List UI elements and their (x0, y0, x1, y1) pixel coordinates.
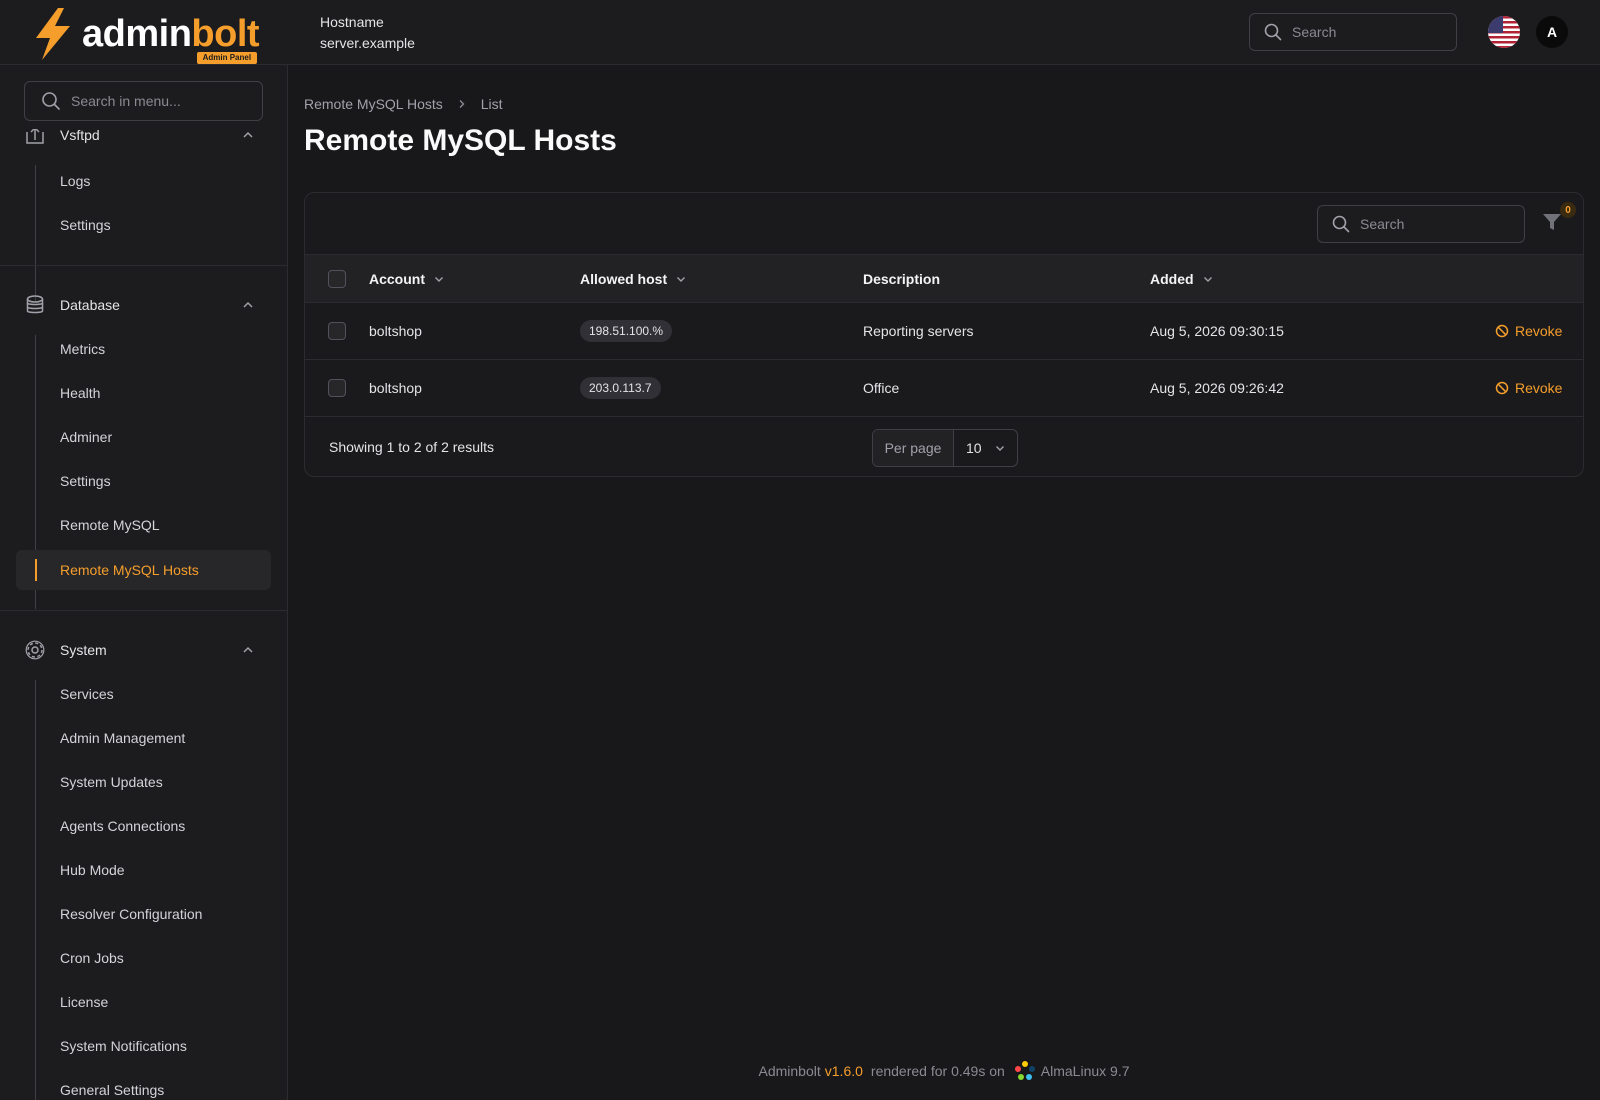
sidebar-item-remote-mysql[interactable]: Remote MySQL (16, 505, 271, 545)
per-page-select[interactable]: 10 (954, 430, 1017, 466)
chevron-down-icon (677, 276, 686, 282)
ban-icon (1495, 381, 1509, 395)
table-footer: Showing 1 to 2 of 2 results Per page 10 (305, 418, 1583, 476)
user-avatar[interactable]: A (1536, 16, 1568, 48)
hostname-value: server.example (320, 35, 415, 51)
sidebar-item-general-settings[interactable]: General Settings (16, 1070, 271, 1100)
sidebar-group-label: System (60, 642, 107, 658)
table-row: boltshop 203.0.113.7 Office Aug 5, 2026 … (305, 360, 1583, 417)
menu-search[interactable] (24, 81, 263, 121)
footer-product: Adminbolt (758, 1063, 821, 1079)
sidebar-group-label: Vsftpd (60, 127, 100, 143)
chevron-down-icon (1203, 276, 1212, 282)
row-account: boltshop (369, 380, 422, 396)
filter-icon (1543, 214, 1561, 230)
table-header: Account Allowed host Description Added (305, 254, 1583, 303)
bolt-logo-icon (36, 8, 70, 60)
row-account: boltshop (369, 323, 422, 339)
sidebar-item-cron-jobs[interactable]: Cron Jobs (16, 938, 271, 978)
sidebar-item-services[interactable]: Services (16, 674, 271, 714)
sidebar-item-adminer[interactable]: Adminer (16, 417, 271, 457)
row-added: Aug 5, 2026 09:26:42 (1150, 380, 1284, 396)
logo-word-admin: admin (82, 13, 192, 55)
table-search[interactable] (1317, 205, 1525, 243)
row-description: Reporting servers (863, 323, 974, 339)
column-description: Description (863, 270, 941, 287)
chevron-up-icon (243, 131, 253, 138)
sidebar-item-license[interactable]: License (16, 982, 271, 1022)
row-checkbox[interactable] (328, 379, 346, 397)
sidebar-item-system-notifications[interactable]: System Notifications (16, 1026, 271, 1066)
breadcrumb-link-remote-mysql-hosts[interactable]: Remote MySQL Hosts (304, 96, 443, 112)
footer-os: AlmaLinux 9.7 (1040, 1063, 1130, 1079)
us-flag-icon[interactable] (1488, 16, 1520, 48)
table-search-input[interactable] (1360, 216, 1524, 232)
column-added[interactable]: Added (1150, 255, 1214, 302)
global-search[interactable] (1249, 13, 1457, 51)
per-page-control: Per page 10 (872, 429, 1018, 467)
breadcrumb-current: List (480, 96, 503, 112)
logo-badge: Admin Panel (196, 52, 258, 64)
row-checkbox[interactable] (328, 322, 346, 340)
breadcrumb: Remote MySQL Hosts List (304, 96, 503, 112)
search-icon (1264, 23, 1282, 41)
sidebar-item-vsftpd-settings[interactable]: Settings (16, 205, 271, 245)
allowed-host-badge: 198.51.100.% (580, 320, 673, 342)
per-page-label: Per page (873, 430, 954, 466)
search-icon (42, 92, 60, 110)
gear-icon (25, 640, 45, 660)
revoke-button[interactable]: Revoke (1495, 323, 1562, 339)
results-summary: Showing 1 to 2 of 2 results (329, 439, 494, 455)
sidebar-item-database-settings[interactable]: Settings (16, 461, 271, 501)
chevron-down-icon (995, 446, 1004, 451)
hostname-info: Hostname server.example (320, 12, 415, 54)
hostname-label: Hostname (320, 14, 384, 30)
select-all-cell (328, 255, 346, 302)
almalinux-logo-icon (1014, 1061, 1035, 1080)
database-icon (26, 295, 44, 314)
menu-search-input[interactable] (71, 93, 262, 109)
row-added: Aug 5, 2026 09:30:15 (1150, 323, 1284, 339)
chevron-right-icon (459, 100, 465, 108)
logo[interactable]: adminbolt Admin Panel (30, 6, 260, 64)
column-account[interactable]: Account (369, 255, 445, 302)
sidebar-item-health[interactable]: Health (16, 373, 271, 413)
row-description: Office (863, 380, 900, 396)
sidebar-item-admin-management[interactable]: Admin Management (16, 718, 271, 758)
revoke-button[interactable]: Revoke (1495, 380, 1562, 396)
select-all-checkbox[interactable] (328, 269, 346, 288)
table-row: boltshop 198.51.100.% Reporting servers … (305, 303, 1583, 360)
search-icon (1332, 215, 1350, 233)
filter-count-badge: 0 (1560, 202, 1576, 218)
page-footer: Adminbolt v1.6.0 rendered for 0.49s on A… (288, 1059, 1600, 1083)
sidebar-item-vsftpd-logs[interactable]: Logs (16, 161, 271, 201)
sidebar: Vsftpd Logs Settings Database Metrics He… (0, 65, 288, 1100)
sidebar-group-database[interactable]: Database (24, 285, 264, 325)
top-bar: adminbolt Admin Panel Hostname server.ex… (0, 0, 1600, 65)
hosts-table-card: 0 Account Allowed host Description Added… (304, 192, 1584, 477)
sidebar-group-system[interactable]: System (24, 630, 264, 670)
chevron-up-icon (243, 646, 253, 653)
footer-rendered: rendered for 0.49s on (870, 1063, 1005, 1079)
footer-version[interactable]: v1.6.0 (825, 1063, 863, 1079)
sidebar-item-hub-mode[interactable]: Hub Mode (16, 850, 271, 890)
ban-icon (1495, 324, 1509, 338)
column-allowed-host[interactable]: Allowed host (580, 255, 687, 302)
sidebar-item-remote-mysql-hosts[interactable]: Remote MySQL Hosts (16, 550, 271, 590)
allowed-host-badge: 203.0.113.7 (580, 377, 661, 399)
chevron-up-icon (243, 301, 253, 308)
chevron-down-icon (435, 276, 443, 282)
sidebar-item-resolver-configuration[interactable]: Resolver Configuration (16, 894, 271, 934)
logo-word-bolt: bolt (191, 13, 260, 55)
sidebar-item-system-updates[interactable]: System Updates (16, 762, 271, 802)
global-search-input[interactable] (1292, 24, 1456, 40)
sidebar-group-label: Database (60, 297, 120, 313)
page-title: Remote MySQL Hosts (304, 124, 617, 157)
sidebar-item-metrics[interactable]: Metrics (16, 329, 271, 369)
sidebar-item-agents-connections[interactable]: Agents Connections (16, 806, 271, 846)
